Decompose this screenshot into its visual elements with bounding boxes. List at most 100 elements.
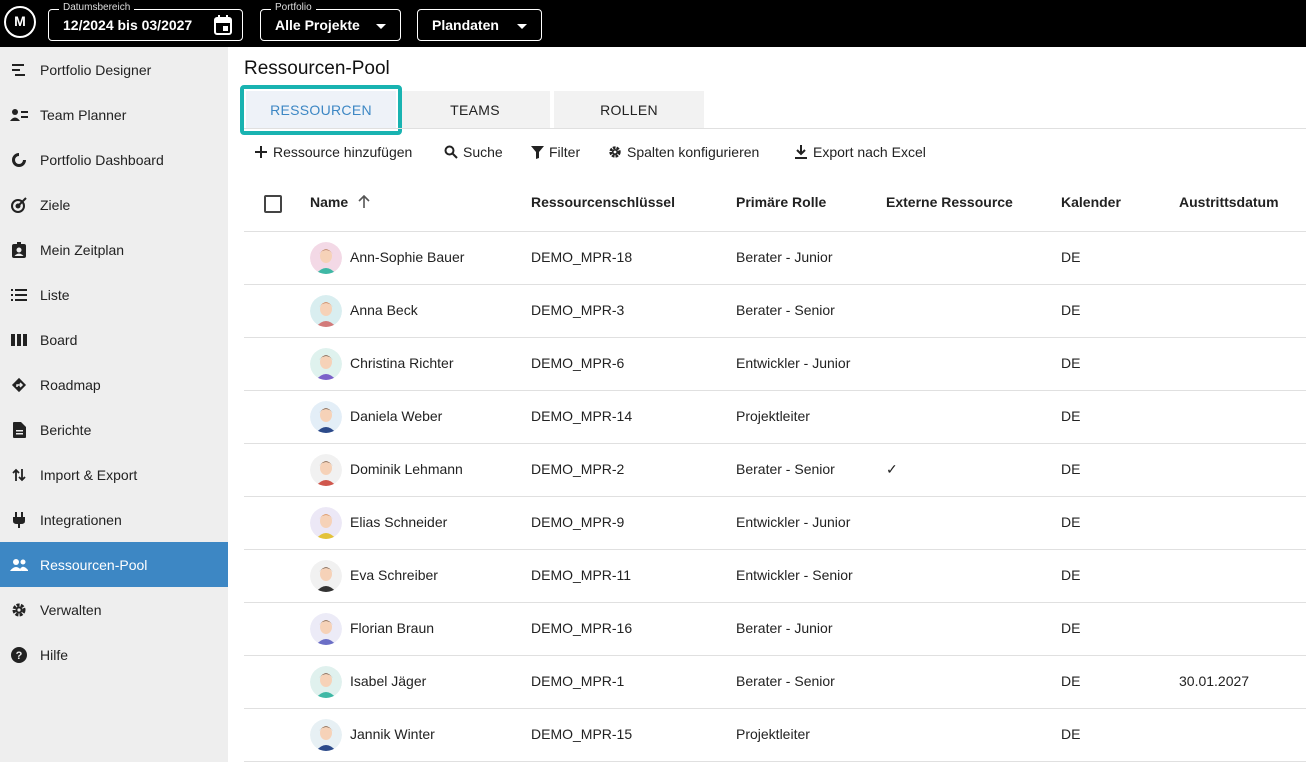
cell-key: DEMO_MPR-2 — [531, 461, 625, 477]
table-row[interactable]: Anna Beck DEMO_MPR-3 Berater - Senior DE — [244, 285, 1306, 338]
roadmap-icon — [10, 376, 28, 394]
table-row[interactable]: Eva Schreiber DEMO_MPR-11 Entwickler - Sen… — [244, 550, 1306, 603]
date-range-field[interactable]: Datumsbereich 12/2024 bis 03/2027 — [48, 2, 243, 41]
avatar — [310, 719, 342, 751]
sidebar-item-label: Mein Zeitplan — [40, 241, 125, 258]
search-icon — [444, 145, 458, 159]
column-header-name[interactable]: Name — [310, 194, 370, 211]
sidebar-item-verwalten[interactable]: Verwalten — [0, 587, 228, 632]
gear-icon — [608, 145, 622, 159]
configure-columns-label: Spalten konfigurieren — [627, 144, 760, 160]
sidebar-item-hilfe[interactable]: ? Hilfe — [0, 632, 228, 677]
table-row[interactable]: Daniela Weber DEMO_MPR-14 Projektleiter DE — [244, 391, 1306, 444]
sidebar-item-label: Portfolio Dashboard — [40, 151, 164, 168]
sidebar-item-liste[interactable]: Liste — [0, 272, 228, 317]
column-header-calendar[interactable]: Kalender — [1061, 194, 1121, 210]
sidebar-item-roadmap[interactable]: Roadmap — [0, 362, 228, 407]
cell-key: DEMO_MPR-1 — [531, 673, 625, 689]
cell-calendar: DE — [1061, 355, 1081, 371]
sidebar-item-ressourcen-pool[interactable]: Ressourcen-Pool — [0, 542, 228, 587]
cell-role: Berater - Junior — [736, 620, 833, 636]
cell-name[interactable]: Ann-Sophie Bauer — [350, 249, 464, 265]
avatar — [310, 454, 342, 486]
cell-name[interactable]: Anna Beck — [350, 302, 418, 318]
team-planner-icon — [10, 106, 28, 124]
people-icon — [10, 556, 28, 574]
table-row[interactable]: Jannik Winter DEMO_MPR-15 Projektleiter DE — [244, 709, 1306, 762]
cell-key: DEMO_MPR-18 — [531, 249, 633, 265]
table-row[interactable]: Isabel Jäger DEMO_MPR-1 Berater - Senior DE… — [244, 656, 1306, 709]
cell-name[interactable]: Dominik Lehmann — [350, 461, 463, 477]
cell-calendar: DE — [1061, 514, 1081, 530]
gear-icon — [10, 601, 28, 619]
cell-name[interactable]: Jannik Winter — [350, 726, 435, 742]
cell-key: DEMO_MPR-11 — [531, 567, 632, 583]
cell-name[interactable]: Christina Richter — [350, 355, 453, 371]
search-button[interactable]: Suche — [444, 142, 503, 162]
sidebar-item-berichte[interactable]: Berichte — [0, 407, 228, 452]
calendar-icon[interactable] — [214, 15, 232, 38]
sidebar-item-ziele[interactable]: Ziele — [0, 182, 228, 227]
cell-role: Entwickler - Junior — [736, 355, 851, 371]
column-header-role[interactable]: Primäre Rolle — [736, 194, 826, 210]
column-header-exit-date[interactable]: Austrittsdatum — [1179, 194, 1279, 210]
portfolio-select[interactable]: Portfolio Alle Projekte — [260, 2, 401, 41]
column-header-name-label: Name — [310, 194, 349, 210]
app-logo[interactable]: M — [4, 6, 36, 38]
sidebar-item-import-export[interactable]: Import & Export — [0, 452, 228, 497]
cell-name[interactable]: Daniela Weber — [350, 408, 442, 424]
cell-calendar: DE — [1061, 249, 1081, 265]
target-icon — [10, 196, 28, 214]
filter-icon — [530, 145, 544, 159]
column-header-external[interactable]: Externe Ressource — [886, 194, 1013, 210]
import-export-icon — [10, 466, 28, 484]
sidebar-item-label: Integrationen — [40, 511, 122, 528]
table-row[interactable]: Florian Braun DEMO_MPR-16 Berater - Junior… — [244, 603, 1306, 656]
cell-name[interactable]: Elias Schneider — [350, 514, 447, 530]
sidebar-item-portfolio-designer[interactable]: Portfolio Designer — [0, 47, 228, 92]
sidebar-item-integrationen[interactable]: Integrationen — [0, 497, 228, 542]
configure-columns-button[interactable]: Spalten konfigurieren — [608, 142, 759, 162]
table-row[interactable]: Ann-Sophie Bauer DEMO_MPR-18 Berater - Jun… — [244, 232, 1306, 285]
cell-role: Projektleiter — [736, 408, 810, 424]
avatar — [310, 401, 342, 433]
add-resource-label: Ressource hinzufügen — [273, 144, 413, 160]
cell-role: Entwickler - Junior — [736, 514, 851, 530]
add-resource-button[interactable]: Ressource hinzufügen — [254, 142, 412, 162]
avatar — [310, 560, 342, 592]
avatar — [310, 348, 342, 380]
tab-divider — [244, 128, 1306, 129]
sidebar-item-label: Portfolio Designer — [40, 61, 152, 78]
export-excel-label: Export nach Excel — [813, 144, 926, 160]
cell-calendar: DE — [1061, 461, 1081, 477]
cell-name[interactable]: Isabel Jäger — [350, 673, 426, 689]
cell-name[interactable]: Florian Braun — [350, 620, 434, 636]
sidebar-item-team-planner[interactable]: Team Planner — [0, 92, 228, 137]
sort-ascending-icon[interactable] — [358, 194, 370, 211]
top-bar: M Datumsbereich 12/2024 bis 03/2027 Port… — [0, 0, 1306, 47]
sidebar-item-label: Berichte — [40, 421, 92, 438]
column-header-key[interactable]: Ressourcenschlüssel — [531, 194, 675, 210]
search-label: Suche — [463, 144, 503, 160]
export-excel-button[interactable]: Export nach Excel — [794, 142, 926, 162]
plus-icon — [254, 145, 268, 159]
table-row[interactable]: Christina Richter DEMO_MPR-6 Entwickler - … — [244, 338, 1306, 391]
table-row[interactable]: Dominik Lehmann DEMO_MPR-2 Berater - Senio… — [244, 444, 1306, 497]
select-all-checkbox[interactable] — [264, 195, 282, 213]
list-icon — [10, 286, 28, 304]
sidebar-item-portfolio-dashboard[interactable]: Portfolio Dashboard — [0, 137, 228, 182]
tab-teams[interactable]: TEAMS — [400, 91, 550, 129]
data-type-select[interactable]: Plandaten — [417, 9, 542, 41]
help-icon: ? — [10, 646, 28, 664]
sidebar-item-board[interactable]: Board — [0, 317, 228, 362]
cell-role: Entwickler - Senior — [736, 567, 853, 583]
cell-name[interactable]: Eva Schreiber — [350, 567, 438, 583]
cell-exit-date: 30.01.2027 — [1179, 673, 1250, 689]
cell-key: DEMO_MPR-9 — [531, 514, 625, 530]
tab-rollen[interactable]: ROLLEN — [554, 91, 704, 129]
filter-button[interactable]: Filter — [530, 142, 580, 162]
cell-calendar: DE — [1061, 302, 1081, 318]
portfolio-value: Alle Projekte — [275, 17, 360, 33]
table-row[interactable]: Elias Schneider DEMO_MPR-9 Entwickler - Ju… — [244, 497, 1306, 550]
sidebar-item-mein-zeitplan[interactable]: Mein Zeitplan — [0, 227, 228, 272]
